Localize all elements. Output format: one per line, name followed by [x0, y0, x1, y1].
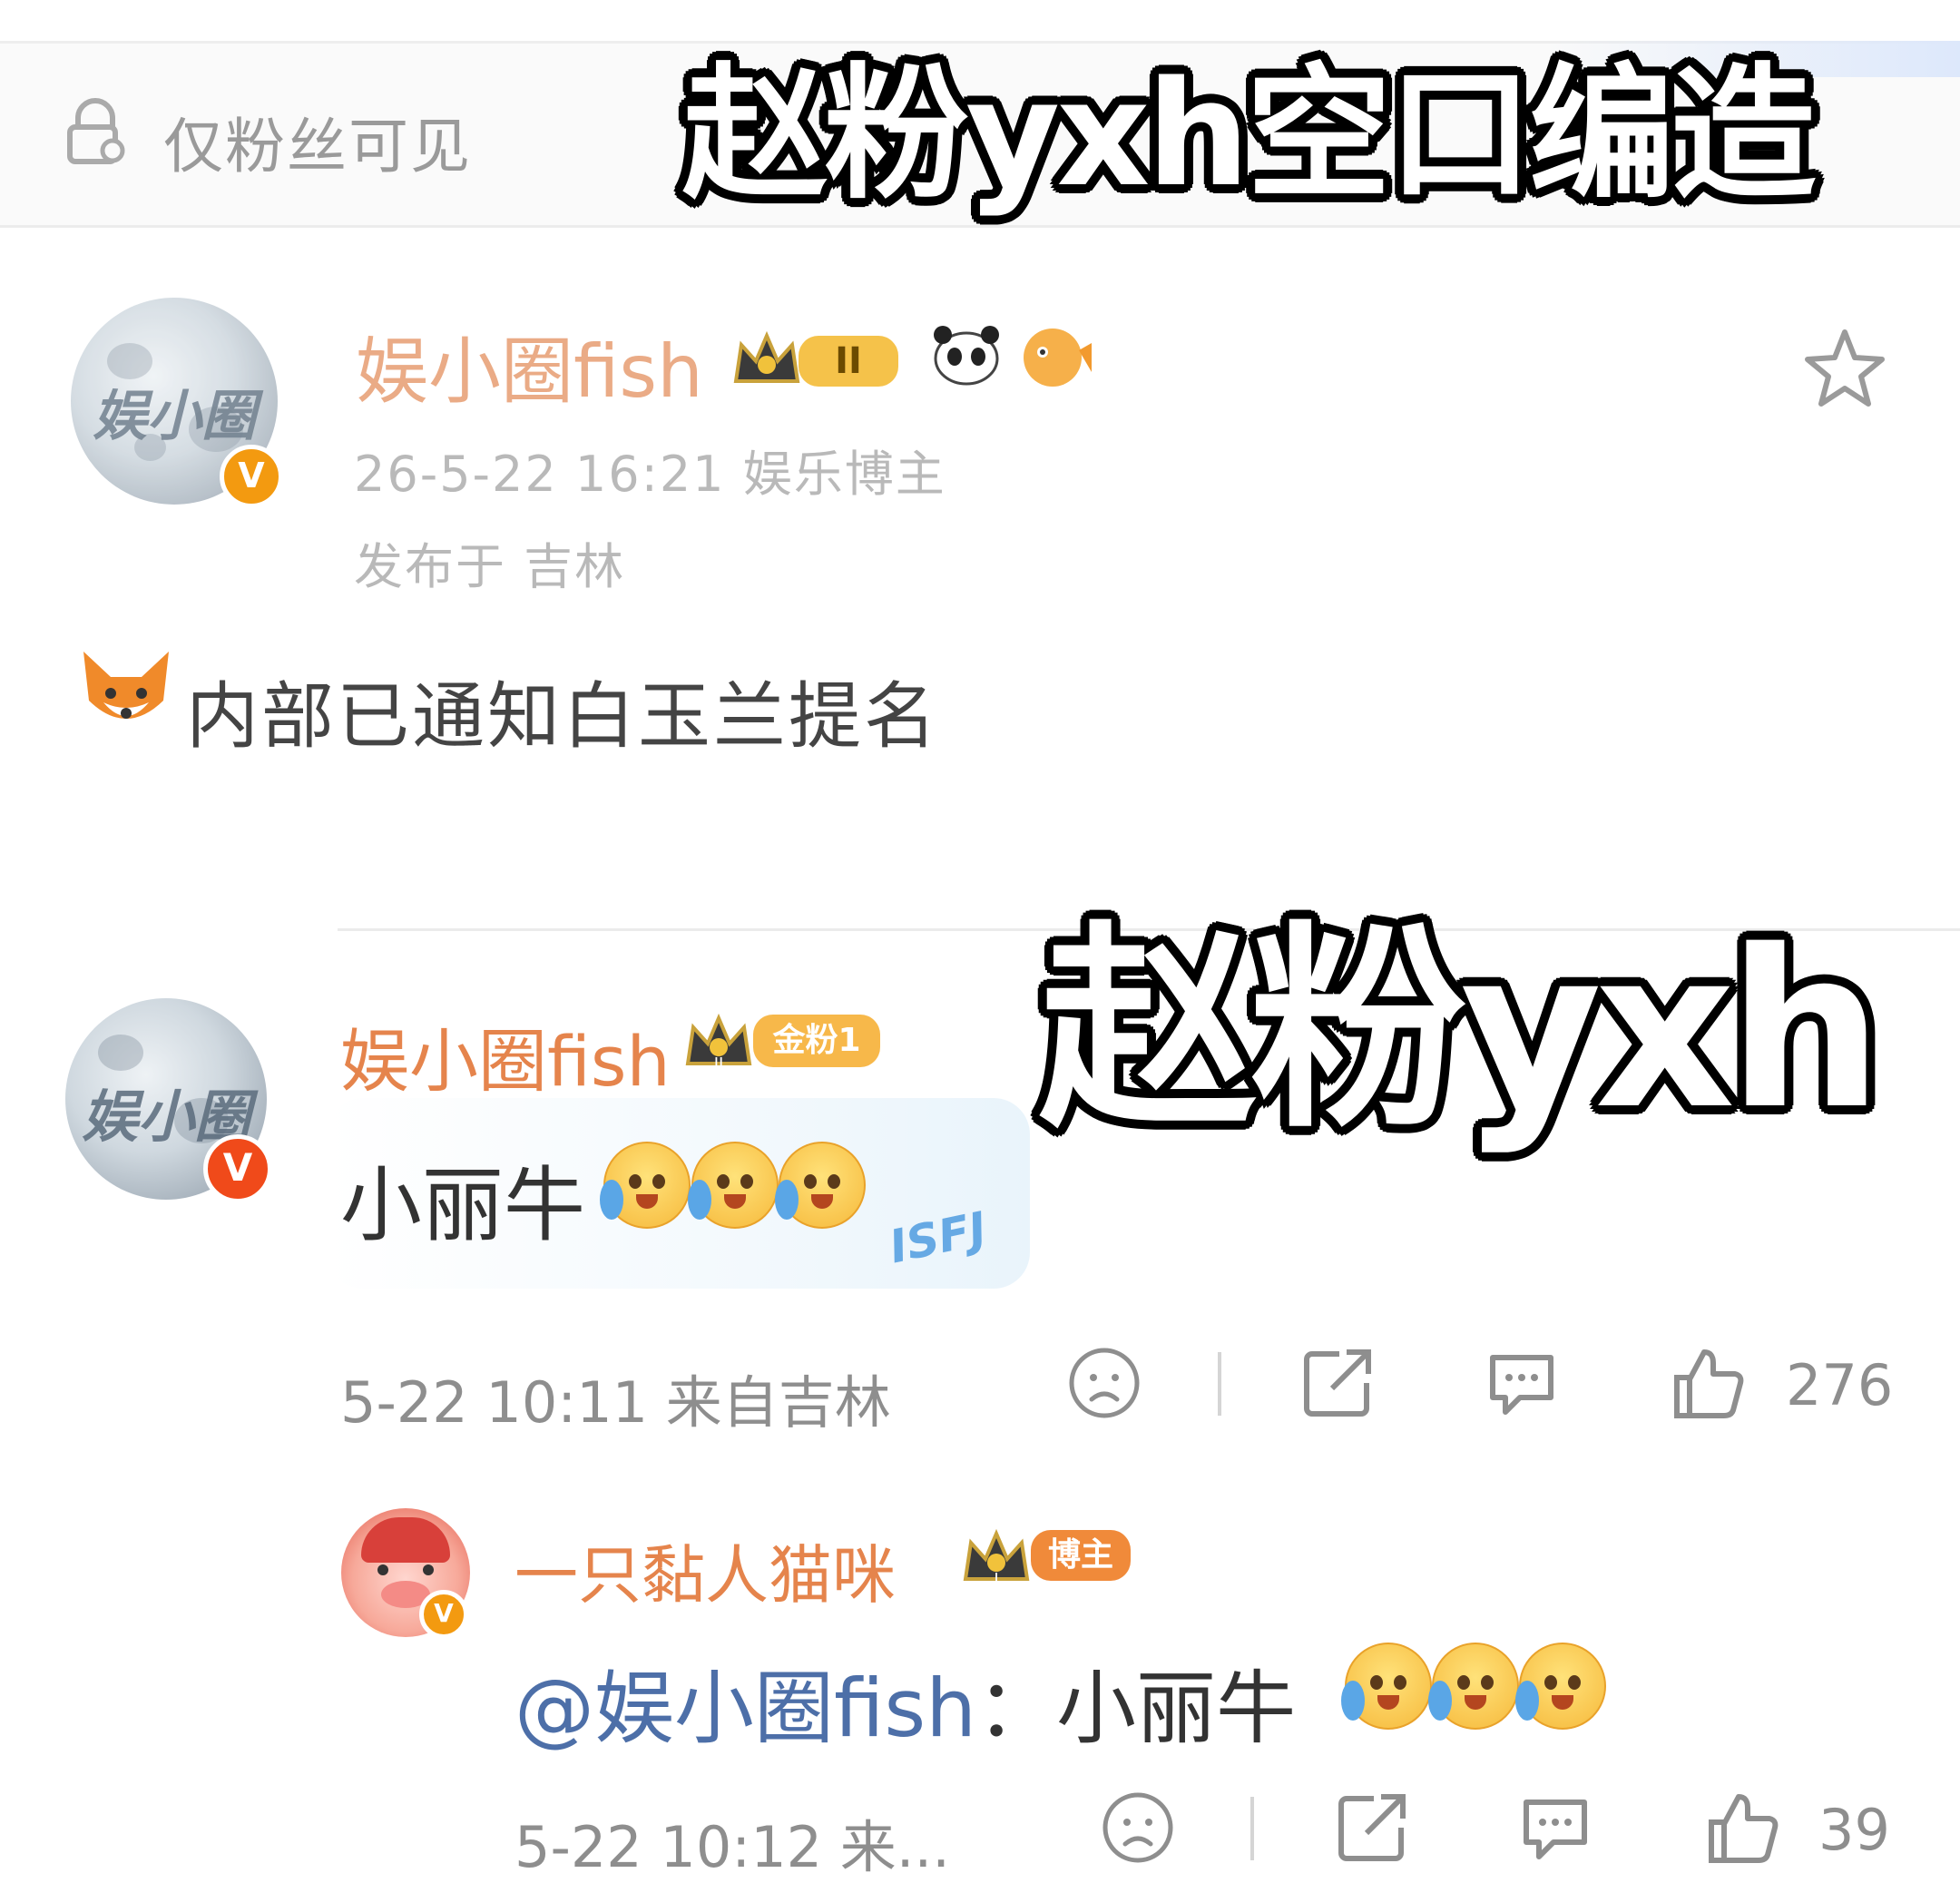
dislike-face-icon[interactable]: [1100, 1790, 1176, 1866]
crying-face-icon: [600, 1142, 691, 1229]
comment-icon[interactable]: [1484, 1345, 1560, 1421]
crown-icon: I: [963, 1528, 1030, 1588]
role-badge: 博主: [1031, 1530, 1131, 1581]
crying-face-icon: [775, 1142, 866, 1229]
visibility-label: 仅粉丝可见: [163, 112, 472, 181]
overlay-caption-middle: 赵粉yxh: [1039, 903, 1883, 1157]
star-icon[interactable]: [1801, 325, 1888, 412]
post-location: 发布于 吉林: [354, 538, 626, 595]
lock-icon: [67, 98, 125, 164]
like-icon[interactable]: [1670, 1345, 1746, 1421]
crying-face-icon: [1515, 1643, 1606, 1730]
post-content: 内部已通知白玉兰提名: [186, 674, 939, 759]
crying-face-icon: [688, 1142, 779, 1229]
crown-icon: [733, 330, 800, 383]
verified-badge-icon: V: [419, 1590, 468, 1639]
level-badge: II: [799, 336, 898, 387]
avatar-text: 娱小圈: [93, 385, 256, 448]
reply-meta: 5-22 10:12 来...: [514, 1814, 950, 1880]
dislike-face-icon[interactable]: [1066, 1345, 1142, 1421]
mention-link[interactable]: @娱小圈fish: [514, 1662, 976, 1755]
pufferfish-icon: [1024, 329, 1092, 387]
svg-text:I: I: [994, 1570, 998, 1588]
post-time-role: 26-5-22 16:21 娱乐博主: [354, 446, 946, 503]
share-icon[interactable]: [1334, 1790, 1410, 1866]
like-icon[interactable]: [1704, 1790, 1780, 1866]
post-author-name[interactable]: 娱小圈fish: [356, 313, 703, 418]
action-separator: [1218, 1352, 1221, 1416]
fan-badge: 金粉1: [753, 1015, 880, 1067]
verified-badge-icon: V: [220, 445, 283, 508]
crown-icon: II: [685, 1013, 752, 1073]
panda-icon: [934, 326, 999, 386]
verified-badge-icon: V: [203, 1134, 272, 1203]
comment-meta: 5-22 10:11 来自吉林: [340, 1369, 891, 1436]
svg-text:II: II: [714, 1054, 724, 1073]
overlay-caption-top: 赵粉yxh空口编造: [682, 49, 1816, 219]
share-icon[interactable]: [1299, 1345, 1376, 1421]
crying-face-icon: [1341, 1643, 1432, 1730]
like-count: 276: [1786, 1352, 1894, 1418]
comment-icon[interactable]: [1517, 1790, 1593, 1866]
comment-author-name[interactable]: 娱小圈fish: [340, 1005, 671, 1105]
action-separator: [1250, 1797, 1254, 1860]
like-count: 39: [1818, 1797, 1890, 1863]
reply-text: @娱小圈fish：小丽牛: [514, 1662, 1297, 1755]
fox-icon: [83, 652, 169, 719]
comment-text: 小丽牛: [340, 1158, 585, 1253]
reply-author-name[interactable]: 一只黏人猫咪: [514, 1525, 896, 1616]
crying-face-icon: [1428, 1643, 1519, 1730]
